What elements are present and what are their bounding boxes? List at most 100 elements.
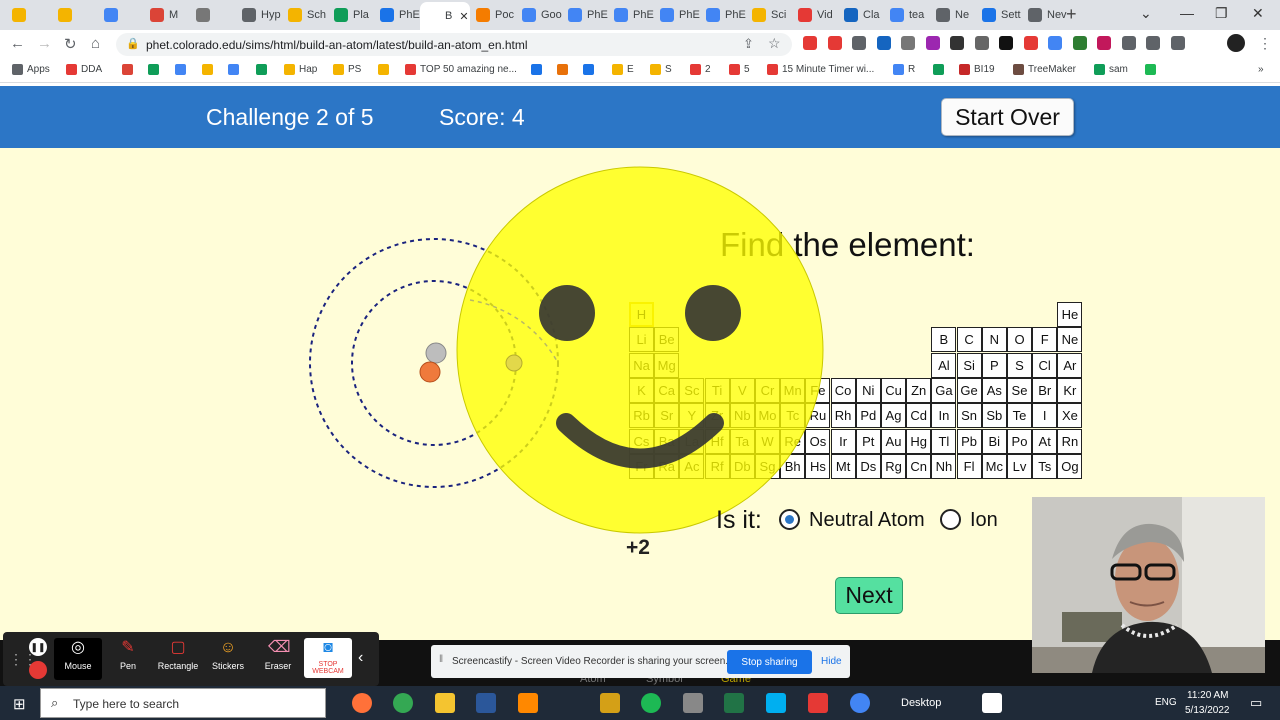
- browser-tab-16[interactable]: Sci: [746, 3, 792, 27]
- element-cell-Hg[interactable]: Hg: [906, 428, 932, 454]
- element-cell-K[interactable]: K: [629, 377, 654, 403]
- more-bookmarks-icon[interactable]: »: [1258, 64, 1264, 75]
- element-cell-Ne[interactable]: Ne: [1057, 327, 1083, 353]
- maximize-button[interactable]: ❐: [1215, 5, 1228, 22]
- element-cell-Cl[interactable]: Cl: [1032, 352, 1058, 378]
- element-cell-Mc[interactable]: Mc: [981, 453, 1007, 479]
- element-cell-Ta[interactable]: Ta: [729, 428, 755, 454]
- element-cell-H[interactable]: H: [629, 302, 654, 327]
- bookmark-item[interactable]: [933, 64, 948, 75]
- element-cell-Sb[interactable]: Sb: [981, 403, 1007, 429]
- bookmark-item[interactable]: [583, 64, 598, 75]
- stop-sharing-button[interactable]: Stop sharing: [727, 650, 812, 674]
- start-over-button[interactable]: Start Over: [941, 98, 1074, 136]
- element-cell-F[interactable]: F: [1032, 327, 1058, 353]
- element-cell-Sn[interactable]: Sn: [956, 403, 982, 429]
- browser-tab-15[interactable]: PhE: [700, 3, 746, 27]
- bookmark-item[interactable]: 2: [690, 64, 711, 75]
- extension-icon[interactable]: [974, 36, 989, 50]
- extension-icon[interactable]: [827, 36, 842, 50]
- element-cell-Mt[interactable]: Mt: [830, 453, 856, 479]
- forward-icon[interactable]: →: [37, 35, 52, 52]
- element-cell-Cr[interactable]: Cr: [755, 377, 780, 403]
- browser-tab-7[interactable]: Pla: [328, 3, 374, 27]
- collapse-toolbar-icon[interactable]: ‹: [358, 649, 363, 667]
- extension-icon[interactable]: [1023, 36, 1038, 50]
- onedrive-icon[interactable]: [982, 693, 1002, 713]
- browser-tab-17[interactable]: Vid: [792, 3, 838, 27]
- spotify-icon[interactable]: [641, 693, 661, 713]
- element-cell-Hs[interactable]: Hs: [805, 453, 831, 479]
- element-cell-Ir[interactable]: Ir: [830, 428, 856, 454]
- extension-icon[interactable]: [925, 36, 940, 50]
- file-explorer-icon[interactable]: [435, 693, 455, 713]
- element-cell-Be[interactable]: Be: [654, 327, 680, 353]
- browser-tab-10[interactable]: Poc: [470, 3, 516, 27]
- element-cell-Re[interactable]: Re: [780, 428, 806, 454]
- element-cell-Cu[interactable]: Cu: [881, 377, 906, 403]
- element-cell-Pt[interactable]: Pt: [855, 428, 881, 454]
- element-cell-S[interactable]: S: [1007, 352, 1032, 378]
- element-cell-Cn[interactable]: Cn: [906, 453, 932, 479]
- element-cell-Bi[interactable]: Bi: [981, 428, 1007, 454]
- firefox-icon[interactable]: [352, 693, 372, 713]
- address-bar[interactable]: 🔒 phet.colorado.edu/sims/html/build-an-a…: [116, 33, 792, 56]
- element-cell-Cd[interactable]: Cd: [906, 403, 932, 429]
- element-cell-Ga[interactable]: Ga: [931, 377, 957, 403]
- element-cell-As[interactable]: As: [981, 377, 1007, 403]
- close-window-button[interactable]: ✕: [1252, 5, 1264, 22]
- element-cell-Ac[interactable]: Ac: [679, 453, 705, 479]
- home-icon[interactable]: ⌂: [91, 35, 100, 52]
- screencastify-tool-pen[interactable]: ✎ Pen: [104, 638, 152, 671]
- element-cell-Au[interactable]: Au: [881, 428, 906, 454]
- desktop-toolbar-label[interactable]: Desktop: [901, 697, 941, 709]
- extension-icon[interactable]: [876, 36, 891, 50]
- element-cell-Fe[interactable]: Fe: [805, 377, 831, 403]
- minimize-button[interactable]: —: [1180, 5, 1194, 21]
- element-cell-Sr[interactable]: Sr: [654, 403, 680, 429]
- extension-icon[interactable]: [1170, 36, 1185, 50]
- element-cell-Ru[interactable]: Ru: [805, 403, 831, 429]
- neutral-atom-radio[interactable]: [779, 509, 800, 530]
- element-cell-Lv[interactable]: Lv: [1007, 453, 1032, 479]
- element-cell-Og[interactable]: Og: [1057, 453, 1083, 479]
- extension-icon[interactable]: [1048, 36, 1062, 50]
- bookmark-item[interactable]: sam: [1094, 64, 1128, 75]
- browser-tab-18[interactable]: Cla: [838, 3, 884, 27]
- element-cell-Nh[interactable]: Nh: [931, 453, 957, 479]
- tab-search-icon[interactable]: ⌄: [1140, 5, 1152, 22]
- element-cell-Ar[interactable]: Ar: [1057, 352, 1083, 378]
- browser-tab-8[interactable]: PhE: [374, 3, 420, 27]
- extension-icon[interactable]: [901, 36, 915, 50]
- element-cell-Si[interactable]: Si: [956, 352, 982, 378]
- browser-tab-5[interactable]: Hyp: [236, 3, 282, 27]
- chrome-icon[interactable]: [850, 693, 870, 713]
- vlc-icon[interactable]: [518, 693, 538, 713]
- element-cell-Ra[interactable]: Ra: [654, 453, 680, 479]
- element-cell-Tc[interactable]: Tc: [780, 403, 806, 429]
- browser-tab-22[interactable]: Nev: [1022, 3, 1068, 27]
- bookmark-item[interactable]: [148, 64, 163, 75]
- element-cell-Fl[interactable]: Fl: [956, 453, 982, 479]
- bookmark-item[interactable]: [378, 64, 393, 75]
- element-cell-Al[interactable]: Al: [931, 352, 957, 378]
- screencastify-tool-stop-webcam[interactable]: ◙ STOP WEBCAM: [304, 638, 352, 678]
- bookmark-item[interactable]: 15 Minute Timer wi...: [767, 64, 874, 75]
- bookmark-item[interactable]: BI19: [959, 64, 995, 75]
- element-cell-N[interactable]: N: [981, 327, 1007, 353]
- element-cell-Os[interactable]: Os: [805, 428, 831, 454]
- bookmark-item[interactable]: Hap: [284, 64, 317, 75]
- bookmark-item[interactable]: 5: [729, 64, 750, 75]
- extension-icon[interactable]: [1072, 36, 1087, 50]
- bookmark-item[interactable]: [228, 64, 243, 75]
- element-cell-Se[interactable]: Se: [1007, 377, 1032, 403]
- element-cell-Db[interactable]: Db: [729, 453, 755, 479]
- taskbar-search[interactable]: ⌕ Type here to search: [40, 688, 326, 718]
- next-button[interactable]: Next: [835, 577, 903, 614]
- element-cell-Ge[interactable]: Ge: [956, 377, 982, 403]
- menu-icon[interactable]: ⋮: [1258, 35, 1272, 52]
- element-cell-Rn[interactable]: Rn: [1057, 428, 1083, 454]
- element-cell-Nb[interactable]: Nb: [729, 403, 755, 429]
- bookmark-item[interactable]: DDA: [66, 64, 102, 75]
- element-cell-Sc[interactable]: Sc: [679, 377, 705, 403]
